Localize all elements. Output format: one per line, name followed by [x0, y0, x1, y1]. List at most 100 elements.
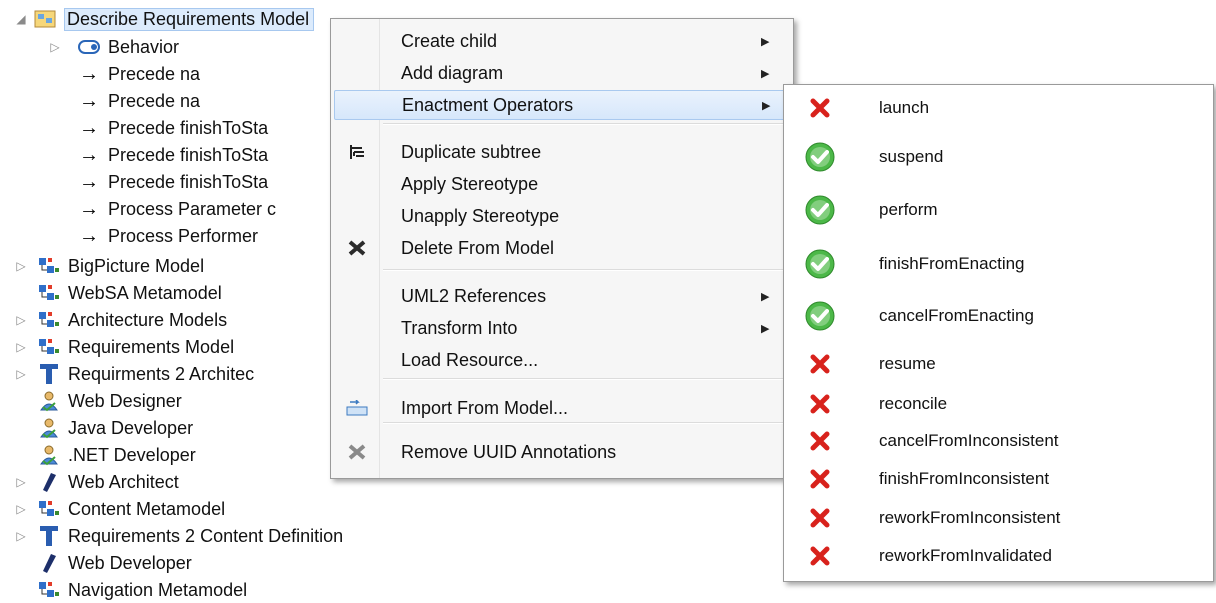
menu-item-remove-uuid-annotations[interactable]: Remove UUID Annotations [331, 437, 793, 467]
role-icon [38, 417, 60, 439]
tree-child-label: Process Performer [108, 225, 259, 246]
expand-triangle-icon[interactable]: ▷ [14, 529, 28, 543]
delete-icon [345, 236, 369, 260]
expand-triangle-icon[interactable]: ▷ [14, 313, 28, 327]
submenu-item-label: launch [879, 98, 930, 117]
tree-item-label: .NET Developer [68, 444, 196, 465]
tree-child-row[interactable]: ▷ Behavior [50, 34, 180, 60]
menu-item-apply-stereotype[interactable]: Apply Stereotype [331, 169, 793, 199]
role-icon [38, 444, 60, 466]
transform-icon [38, 525, 60, 547]
tree-item-label: Web Designer [68, 390, 182, 411]
tree-child-row[interactable]: → Process Parameter c [54, 196, 276, 222]
submenu-item-reworkfrominconsistent[interactable]: reworkFromInconsistent [784, 503, 1213, 533]
expand-triangle-icon[interactable]: ▷ [14, 475, 28, 489]
expand-triangle-icon[interactable]: ▷ [14, 340, 28, 354]
expand-triangle-icon[interactable]: ▷ [14, 367, 28, 381]
tree-item-row[interactable]: ▷ Requirments 2 Architec [14, 361, 254, 387]
submenu-item-suspend[interactable]: suspend [784, 137, 1213, 177]
cross-icon [800, 93, 840, 123]
submenu-item-resume[interactable]: resume [784, 349, 1213, 379]
menu-item-label: Apply Stereotype [401, 173, 539, 194]
submenu-item-label: cancelFromInconsistent [879, 431, 1059, 450]
submenu-arrow-icon: ▶ [761, 35, 770, 48]
arrow-icon: → [79, 197, 99, 220]
process-model-icon [34, 8, 56, 30]
tree-root-row[interactable]: ◢ Describe Requirements Model [14, 6, 315, 32]
tree-child-label: Behavior [108, 36, 180, 57]
expand-triangle-icon[interactable]: ▷ [14, 259, 28, 273]
tree-item-row[interactable]: ▷ BigPicture Model [14, 253, 204, 279]
submenu-item-cancelfrominconsistent[interactable]: cancelFromInconsistent [784, 426, 1213, 456]
tree-child-label: Precede na [108, 63, 201, 84]
menu-item-uml2-references[interactable]: UML2 References ▶ [331, 281, 793, 311]
model-icon [38, 282, 60, 304]
menu-item-unapply-stereotype[interactable]: Unapply Stereotype [331, 201, 793, 231]
submenu-item-label: suspend [879, 147, 944, 166]
tree-item-row[interactable]: WebSA Metamodel [14, 280, 222, 306]
tree-item-row[interactable]: Web Developer [14, 550, 192, 576]
menu-item-create-child[interactable]: Create child ▶ [331, 26, 793, 56]
tree-child-row[interactable]: → Precede finishToSta [54, 115, 268, 141]
role-icon [38, 390, 60, 412]
collapse-triangle-icon[interactable]: ◢ [14, 12, 28, 26]
model-icon [38, 579, 60, 601]
tree-child-row[interactable]: → Precede finishToSta [54, 169, 268, 195]
submenu-item-cancelfromenacting[interactable]: cancelFromEnacting [784, 296, 1213, 336]
tree-child-label: Precede finishToSta [108, 117, 269, 138]
tree-item-row[interactable]: ▷ Architecture Models [14, 307, 227, 333]
menu-item-duplicate-subtree[interactable]: Duplicate subtree [331, 137, 793, 167]
tree-item-label: Java Developer [68, 417, 194, 438]
menu-item-add-diagram[interactable]: Add diagram ▶ [331, 58, 793, 88]
cross-icon [800, 541, 840, 571]
enactment-operators-submenu: launch suspend perform finishFromEnacting ca… [783, 84, 1214, 582]
tree-child-label: Precede finishToSta [108, 144, 269, 165]
cross-icon [800, 426, 840, 456]
submenu-item-finishfromenacting[interactable]: finishFromEnacting [784, 244, 1213, 284]
tree-item-row[interactable]: ▷ Requirements 2 Content Definition [14, 523, 343, 549]
submenu-item-label: finishFromInconsistent [879, 469, 1050, 488]
model-icon [38, 498, 60, 520]
tree-item-label: Navigation Metamodel [68, 579, 248, 600]
tree-item-row[interactable]: ▷ Content Metamodel [14, 496, 225, 522]
menu-separator [383, 269, 787, 271]
menu-item-label: Unapply Stereotype [401, 205, 560, 226]
arrow-icon: → [79, 143, 99, 166]
tree-child-label: Precede finishToSta [108, 171, 269, 192]
menu-item-label: Create child [401, 30, 498, 51]
expand-triangle-icon[interactable]: ▷ [14, 502, 28, 516]
cross-icon [800, 389, 840, 419]
tree-item-label: Requirements Model [68, 336, 235, 357]
submenu-item-launch[interactable]: launch [784, 93, 1213, 123]
tree-item-row[interactable]: Web Designer [14, 388, 182, 414]
menu-item-load-resource[interactable]: Load Resource... [331, 345, 793, 375]
submenu-item-label: resume [879, 354, 936, 373]
tree-child-row[interactable]: → Precede finishToSta [54, 142, 268, 168]
tree-item-row[interactable]: ▷ Requirements Model [14, 334, 234, 360]
expand-triangle-icon[interactable]: ▷ [48, 40, 62, 54]
tree-child-row[interactable]: → Process Performer [54, 223, 258, 249]
submenu-item-reconcile[interactable]: reconcile [784, 389, 1213, 419]
arrow-icon: → [79, 224, 99, 247]
submenu-item-finishfrominconsistent[interactable]: finishFromInconsistent [784, 464, 1213, 494]
menu-item-label: Transform Into [401, 317, 518, 338]
menu-item-label: UML2 References [401, 285, 547, 306]
tree-item-row[interactable]: Navigation Metamodel [14, 577, 247, 603]
tree-root-label[interactable]: Describe Requirements Model [64, 7, 315, 31]
menu-item-delete-from-model[interactable]: Delete From Model [331, 233, 793, 263]
submenu-item-perform[interactable]: perform [784, 190, 1213, 230]
menu-item-transform-into[interactable]: Transform Into ▶ [331, 313, 793, 343]
arrow-icon: → [79, 170, 99, 193]
context-menu: Create child ▶ Add diagram ▶ Enactment Opera… [330, 18, 794, 479]
check-icon [800, 137, 840, 177]
model-icon [38, 336, 60, 358]
menu-item-import-from-model[interactable]: Import From Model... [331, 393, 793, 423]
tree-child-row[interactable]: → Precede na [54, 61, 200, 87]
tree-item-row[interactable]: ▷ Web Architect [14, 469, 179, 495]
menu-item-label: Remove UUID Annotations [401, 441, 617, 462]
tree-item-row[interactable]: .NET Developer [14, 442, 196, 468]
menu-item-enactment-operators[interactable]: Enactment Operators ▶ [334, 90, 790, 120]
tree-item-row[interactable]: Java Developer [14, 415, 193, 441]
tree-child-row[interactable]: → Precede na [54, 88, 200, 114]
submenu-item-reworkfrominvalidated[interactable]: reworkFromInvalidated [784, 541, 1213, 571]
